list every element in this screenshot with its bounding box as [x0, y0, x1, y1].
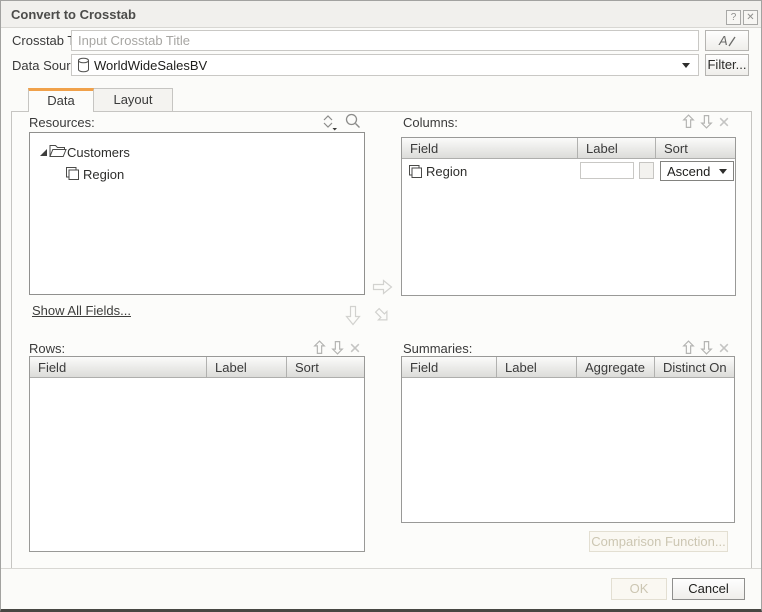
- search-icon[interactable]: [344, 112, 362, 130]
- column-header-sort: Sort: [287, 357, 364, 377]
- move-to-summaries-arrow-icon[interactable]: [372, 305, 396, 329]
- column-header-label: Label: [578, 138, 656, 158]
- columns-toolbar: [682, 114, 730, 129]
- tab-layout[interactable]: Layout: [93, 88, 173, 111]
- field-icon: [65, 166, 80, 181]
- columns-row-field: Region: [426, 164, 467, 179]
- move-down-icon[interactable]: [700, 114, 713, 129]
- remove-icon[interactable]: [718, 342, 730, 354]
- help-icon[interactable]: ?: [726, 10, 741, 25]
- sort-toggle-icon[interactable]: [321, 113, 338, 131]
- columns-row-sort-dropdown[interactable]: Ascend: [660, 161, 734, 181]
- field-icon: [408, 164, 423, 179]
- columns-table: Field Label Sort Region Ascend: [401, 137, 736, 296]
- resources-tree: Customers Region: [29, 132, 365, 295]
- cancel-button[interactable]: Cancel: [672, 578, 745, 600]
- chevron-down-icon[interactable]: [682, 63, 690, 68]
- column-header-label: Label: [497, 357, 577, 377]
- move-down-icon[interactable]: [700, 340, 713, 355]
- rows-table-header: Field Label Sort: [30, 357, 364, 378]
- summaries-table: Field Label Aggregate Distinct On: [401, 356, 735, 523]
- dialog-titlebar: Convert to Crosstab ? ✕: [1, 1, 761, 28]
- svg-text:A: A: [718, 33, 728, 48]
- summaries-label: Summaries:: [403, 341, 472, 356]
- move-down-icon[interactable]: [331, 340, 344, 355]
- resources-label: Resources:: [29, 115, 95, 130]
- columns-row-label-input[interactable]: [580, 162, 634, 179]
- font-icon: A: [716, 32, 738, 49]
- move-to-rows-arrow-icon[interactable]: [344, 305, 362, 327]
- column-header-label: Label: [207, 357, 287, 377]
- data-source-value: WorldWideSalesBV: [94, 58, 207, 73]
- ok-button: OK: [611, 578, 667, 600]
- convert-to-crosstab-dialog: Convert to Crosstab ? ✕ Crosstab Title: …: [0, 0, 762, 612]
- column-header-distinct-on: Distinct On: [655, 357, 734, 377]
- dialog-title: Convert to Crosstab: [11, 7, 136, 22]
- tree-item-region[interactable]: Region: [83, 167, 124, 182]
- column-header-field: Field: [402, 357, 497, 377]
- move-to-columns-arrow-icon[interactable]: [372, 278, 394, 296]
- columns-table-row[interactable]: Region Ascend: [402, 159, 735, 183]
- columns-label: Columns:: [403, 115, 458, 130]
- column-header-aggregate: Aggregate: [577, 357, 655, 377]
- columns-row-label-more-button[interactable]: [639, 162, 654, 179]
- column-header-field: Field: [30, 357, 207, 377]
- show-all-fields-link[interactable]: Show All Fields...: [32, 303, 131, 318]
- column-header-field: Field: [402, 138, 578, 158]
- column-header-sort: Sort: [656, 138, 735, 158]
- remove-icon[interactable]: [718, 116, 730, 128]
- rows-toolbar: [313, 340, 361, 355]
- tree-item-customers[interactable]: Customers: [67, 145, 130, 160]
- data-source-combobox[interactable]: WorldWideSalesBV: [71, 54, 699, 76]
- crosstab-title-input[interactable]: [71, 30, 699, 51]
- summaries-table-header: Field Label Aggregate Distinct On: [402, 357, 734, 378]
- folder-open-icon: [49, 144, 67, 158]
- close-icon[interactable]: ✕: [743, 10, 758, 25]
- chevron-down-icon: [719, 169, 727, 174]
- database-icon: [77, 57, 90, 73]
- sort-dropdown-value: Ascend: [667, 164, 710, 179]
- rows-label: Rows:: [29, 341, 65, 356]
- summaries-toolbar: [682, 340, 730, 355]
- filter-button[interactable]: Filter...: [705, 54, 749, 76]
- move-up-icon[interactable]: [682, 114, 695, 129]
- move-up-icon[interactable]: [682, 340, 695, 355]
- tree-expand-icon[interactable]: [39, 148, 48, 157]
- rows-table: Field Label Sort: [29, 356, 365, 552]
- font-style-button[interactable]: A: [705, 30, 749, 51]
- columns-table-header: Field Label Sort: [402, 138, 735, 159]
- remove-icon[interactable]: [349, 342, 361, 354]
- tab-data[interactable]: Data: [28, 88, 94, 112]
- comparison-function-button: Comparison Function...: [589, 531, 728, 552]
- move-up-icon[interactable]: [313, 340, 326, 355]
- footer-divider: [1, 568, 761, 569]
